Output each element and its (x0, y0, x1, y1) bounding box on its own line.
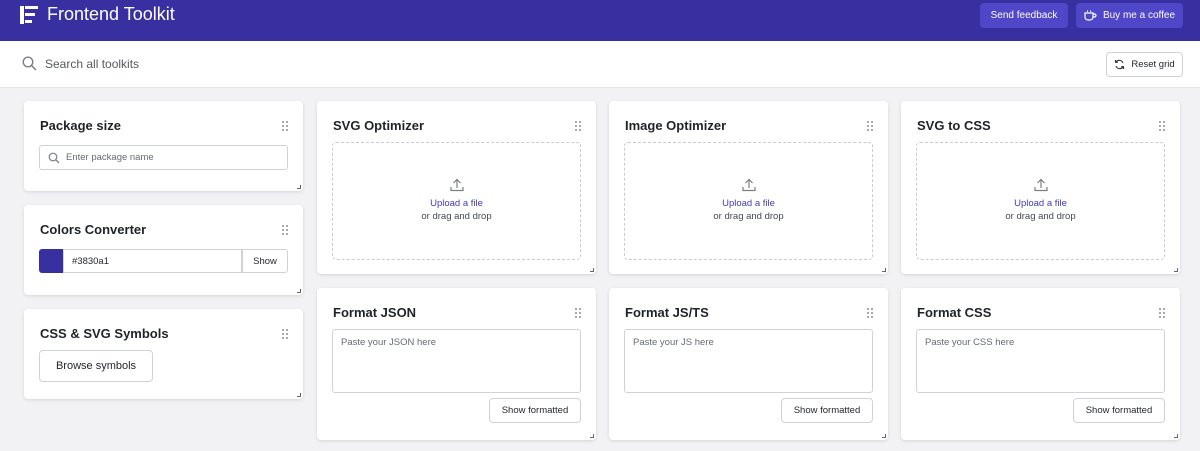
logo-icon (20, 6, 38, 24)
drag-handle-icon[interactable] (281, 120, 289, 132)
drag-drop-hint: or drag and drop (713, 211, 784, 222)
card-title: Package size (40, 118, 121, 133)
resize-handle[interactable] (590, 268, 594, 272)
show-formatted-label: Show formatted (501, 405, 569, 416)
reset-grid-button[interactable]: Reset grid (1106, 52, 1183, 77)
svg-to-css-card: SVG to CSS Upload a file or drag and dro… (901, 101, 1180, 274)
show-formatted-label: Show formatted (793, 405, 861, 416)
show-formatted-button[interactable]: Show formatted (1073, 398, 1165, 423)
card-title: Image Optimizer (625, 118, 727, 133)
resize-handle[interactable] (882, 434, 886, 438)
color-value-input[interactable]: #3830a1 (63, 249, 242, 273)
card-title: CSS & SVG Symbols (40, 326, 169, 341)
card-title: SVG Optimizer (333, 118, 425, 133)
file-dropzone[interactable]: Upload a file or drag and drop (624, 142, 873, 260)
drag-handle-icon[interactable] (574, 307, 582, 319)
js-textarea[interactable]: Paste your JS here (624, 329, 873, 393)
resize-handle[interactable] (297, 393, 301, 397)
buy-coffee-label: Buy me a coffee (1102, 10, 1176, 21)
color-swatch[interactable] (39, 249, 63, 273)
search-icon (22, 56, 37, 71)
drag-handle-icon[interactable] (574, 120, 582, 132)
search-input[interactable]: Search all toolkits (45, 57, 139, 71)
svg-optimizer-card: SVG Optimizer Upload a file or drag and … (317, 101, 596, 274)
card-title: Format JSON (333, 305, 417, 320)
drag-drop-hint: or drag and drop (1005, 211, 1076, 222)
upload-icon (450, 178, 464, 192)
search-bar: Search all toolkits Reset grid (0, 41, 1200, 88)
resize-handle[interactable] (297, 185, 301, 189)
resize-handle[interactable] (1174, 268, 1178, 272)
format-json-card: Format JSON Paste your JSON here Show fo… (317, 288, 596, 440)
buy-coffee-button[interactable]: Buy me a coffee (1076, 3, 1183, 28)
resize-handle[interactable] (297, 289, 301, 293)
resize-handle[interactable] (590, 434, 594, 438)
upload-icon (742, 178, 756, 192)
show-color-button[interactable]: Show (242, 249, 288, 273)
upload-file-link[interactable]: Upload a file (917, 198, 1164, 209)
show-formatted-button[interactable]: Show formatted (489, 398, 581, 423)
send-feedback-label: Send feedback (990, 10, 1058, 21)
image-optimizer-card: Image Optimizer Upload a file or drag an… (609, 101, 888, 274)
drag-handle-icon[interactable] (281, 328, 289, 340)
show-formatted-label: Show formatted (1085, 405, 1153, 416)
css-placeholder: Paste your CSS here (925, 337, 1015, 348)
drag-handle-icon[interactable] (1158, 307, 1166, 319)
send-feedback-button[interactable]: Send feedback (980, 3, 1068, 28)
browse-symbols-button[interactable]: Browse symbols (39, 350, 153, 382)
card-title: SVG to CSS (917, 118, 991, 133)
package-name-input[interactable]: Enter package name (39, 145, 288, 170)
drag-handle-icon[interactable] (1158, 120, 1166, 132)
file-dropzone[interactable]: Upload a file or drag and drop (332, 142, 581, 260)
resize-handle[interactable] (882, 268, 886, 272)
json-placeholder: Paste your JSON here (341, 337, 437, 348)
upload-icon (1034, 178, 1048, 192)
drag-handle-icon[interactable] (866, 307, 874, 319)
reset-grid-label: Reset grid (1131, 59, 1175, 70)
coffee-cup-icon (1084, 10, 1097, 21)
format-js-card: Format JS/TS Paste your JS here Show for… (609, 288, 888, 440)
file-dropzone[interactable]: Upload a file or drag and drop (916, 142, 1165, 260)
js-placeholder: Paste your JS here (633, 337, 714, 348)
symbols-card: CSS & SVG Symbols Browse symbols (24, 309, 303, 399)
show-formatted-button[interactable]: Show formatted (781, 398, 873, 423)
upload-file-link[interactable]: Upload a file (625, 198, 872, 209)
json-textarea[interactable]: Paste your JSON here (332, 329, 581, 393)
drag-handle-icon[interactable] (281, 224, 289, 236)
refresh-icon (1115, 59, 1125, 70)
color-value: #3830a1 (72, 256, 109, 267)
package-name-placeholder: Enter package name (66, 152, 154, 163)
show-color-label: Show (253, 255, 277, 267)
css-textarea[interactable]: Paste your CSS here (916, 329, 1165, 393)
resize-handle[interactable] (1174, 434, 1178, 438)
search-icon (48, 152, 60, 164)
drag-drop-hint: or drag and drop (421, 211, 492, 222)
drag-handle-icon[interactable] (866, 120, 874, 132)
package-size-card: Package size Enter package name (24, 101, 303, 191)
format-css-card: Format CSS Paste your CSS here Show form… (901, 288, 1180, 440)
colors-converter-card: Colors Converter #3830a1 Show (24, 205, 303, 295)
app-header: Frontend Toolkit Send feedback Buy me a … (0, 0, 1200, 41)
card-title: Format CSS (917, 305, 992, 320)
upload-file-link[interactable]: Upload a file (333, 198, 580, 209)
browse-symbols-label: Browse symbols (55, 360, 137, 372)
app-title: Frontend Toolkit (47, 4, 175, 24)
card-title: Colors Converter (40, 222, 147, 237)
card-title: Format JS/TS (625, 305, 709, 320)
